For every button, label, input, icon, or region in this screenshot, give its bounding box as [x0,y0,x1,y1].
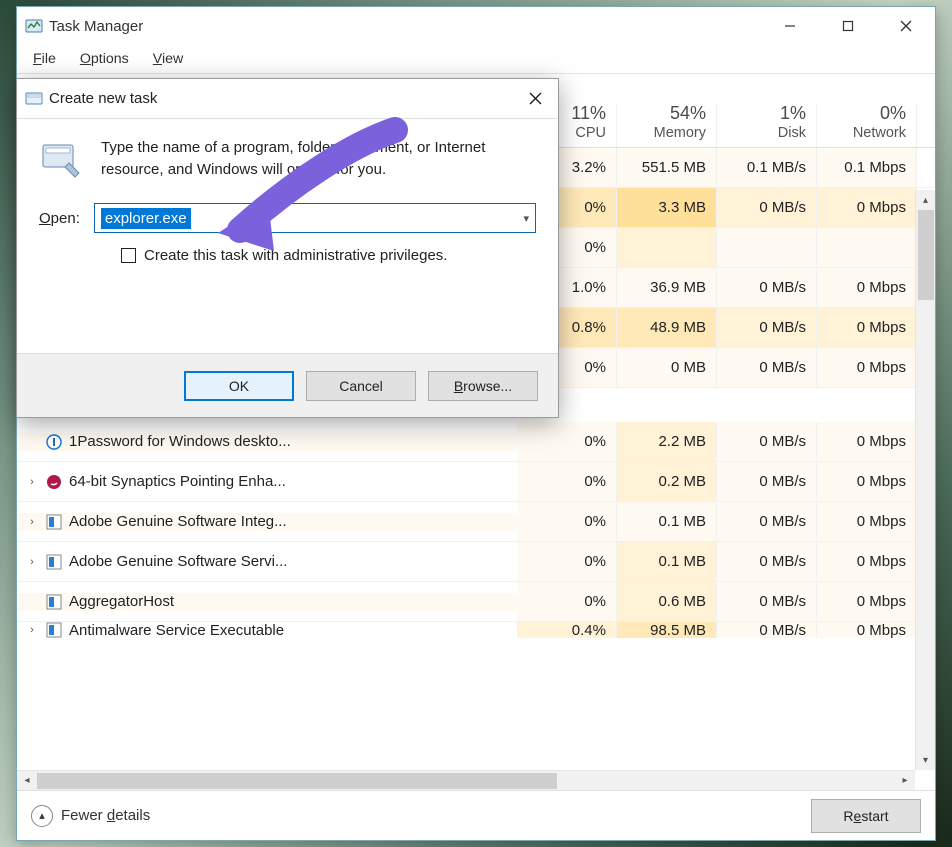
menu-file[interactable]: File [23,48,66,70]
table-row[interactable]: › AggregatorHost 0% 0.6 MB 0 MB/s 0 Mbps [17,582,935,622]
generic-app-icon [45,553,63,571]
process-name: 64-bit Synaptics Pointing Enha... [69,473,286,490]
run-dialog-icon [25,90,43,108]
table-row[interactable]: › 64-bit Synaptics Pointing Enha... 0% 0… [17,462,935,502]
open-combobox[interactable]: explorer.exe ▾ [94,203,536,233]
titlebar: Task Manager [17,7,935,45]
scroll-left-icon[interactable]: ◂ [17,771,37,791]
table-row[interactable]: › Antimalware Service Executable 0.4% 98… [17,622,935,638]
onepassword-icon [45,433,63,451]
table-row[interactable]: › Adobe Genuine Software Servi... 0% 0.1… [17,542,935,582]
fewer-details-button[interactable]: ▴ Fewer details [31,805,150,827]
process-name: Adobe Genuine Software Integ... [69,513,287,530]
dialog-description: Type the name of a program, folder, docu… [101,137,536,181]
app-icon [25,17,43,35]
cancel-button[interactable]: Cancel [306,371,416,401]
expand-icon[interactable]: › [25,516,39,528]
window-title: Task Manager [49,18,761,35]
dialog-titlebar: Create new task [17,79,558,119]
scroll-down-icon[interactable]: ▾ [916,750,936,770]
dialog-close-button[interactable] [512,80,558,118]
open-input-value[interactable]: explorer.exe [101,208,191,229]
scroll-thumb[interactable] [918,210,934,300]
vertical-scrollbar[interactable]: ▴ ▾ [915,190,935,770]
generic-app-icon [45,593,63,611]
disk-column-header[interactable]: 1%Disk [717,103,817,147]
expand-icon[interactable]: › [25,556,39,568]
process-name: Adobe Genuine Software Servi... [69,553,287,570]
table-row[interactable]: › 1Password for Windows deskto... 0% 2.2… [17,422,935,462]
admin-checkbox-label: Create this task with administrative pri… [144,247,447,264]
scroll-right-icon[interactable]: ▸ [895,771,915,791]
generic-app-icon [45,513,63,531]
chevron-down-icon[interactable]: ▾ [523,212,529,225]
browse-button[interactable]: Browse... [428,371,538,401]
network-column-header[interactable]: 0%Network [817,103,917,147]
process-name: AggregatorHost [69,593,174,610]
maximize-button[interactable] [819,7,877,45]
menu-view[interactable]: View [143,48,194,70]
menu-options[interactable]: Options [70,48,139,70]
process-name: 1Password for Windows deskto... [69,433,291,450]
create-task-dialog: Create new task Type the name of a progr… [16,78,559,418]
minimize-button[interactable] [761,7,819,45]
generic-app-icon [45,622,63,638]
scroll-thumb[interactable] [37,773,557,789]
menubar: File Options View [17,45,935,73]
expand-icon[interactable]: › [25,476,39,488]
process-name: Antimalware Service Executable [69,622,284,638]
table-row[interactable]: › Adobe Genuine Software Integ... 0% 0.1… [17,502,935,542]
open-label: Open: [39,210,80,227]
chevron-up-icon: ▴ [31,805,53,827]
expand-icon[interactable]: › [25,624,39,636]
dialog-buttons: OK Cancel Browse... [17,353,558,417]
close-button[interactable] [877,7,935,45]
horizontal-scrollbar[interactable]: ◂ ▸ [17,770,915,790]
run-icon [39,137,83,181]
footer: ▴ Fewer details Restart [17,790,935,840]
memory-column-header[interactable]: 54%Memory [617,103,717,147]
dialog-title: Create new task [49,90,512,107]
admin-checkbox[interactable] [121,248,136,263]
ok-button[interactable]: OK [184,371,294,401]
synaptics-icon [45,473,63,491]
scroll-up-icon[interactable]: ▴ [916,190,936,210]
restart-button[interactable]: Restart [811,799,921,833]
